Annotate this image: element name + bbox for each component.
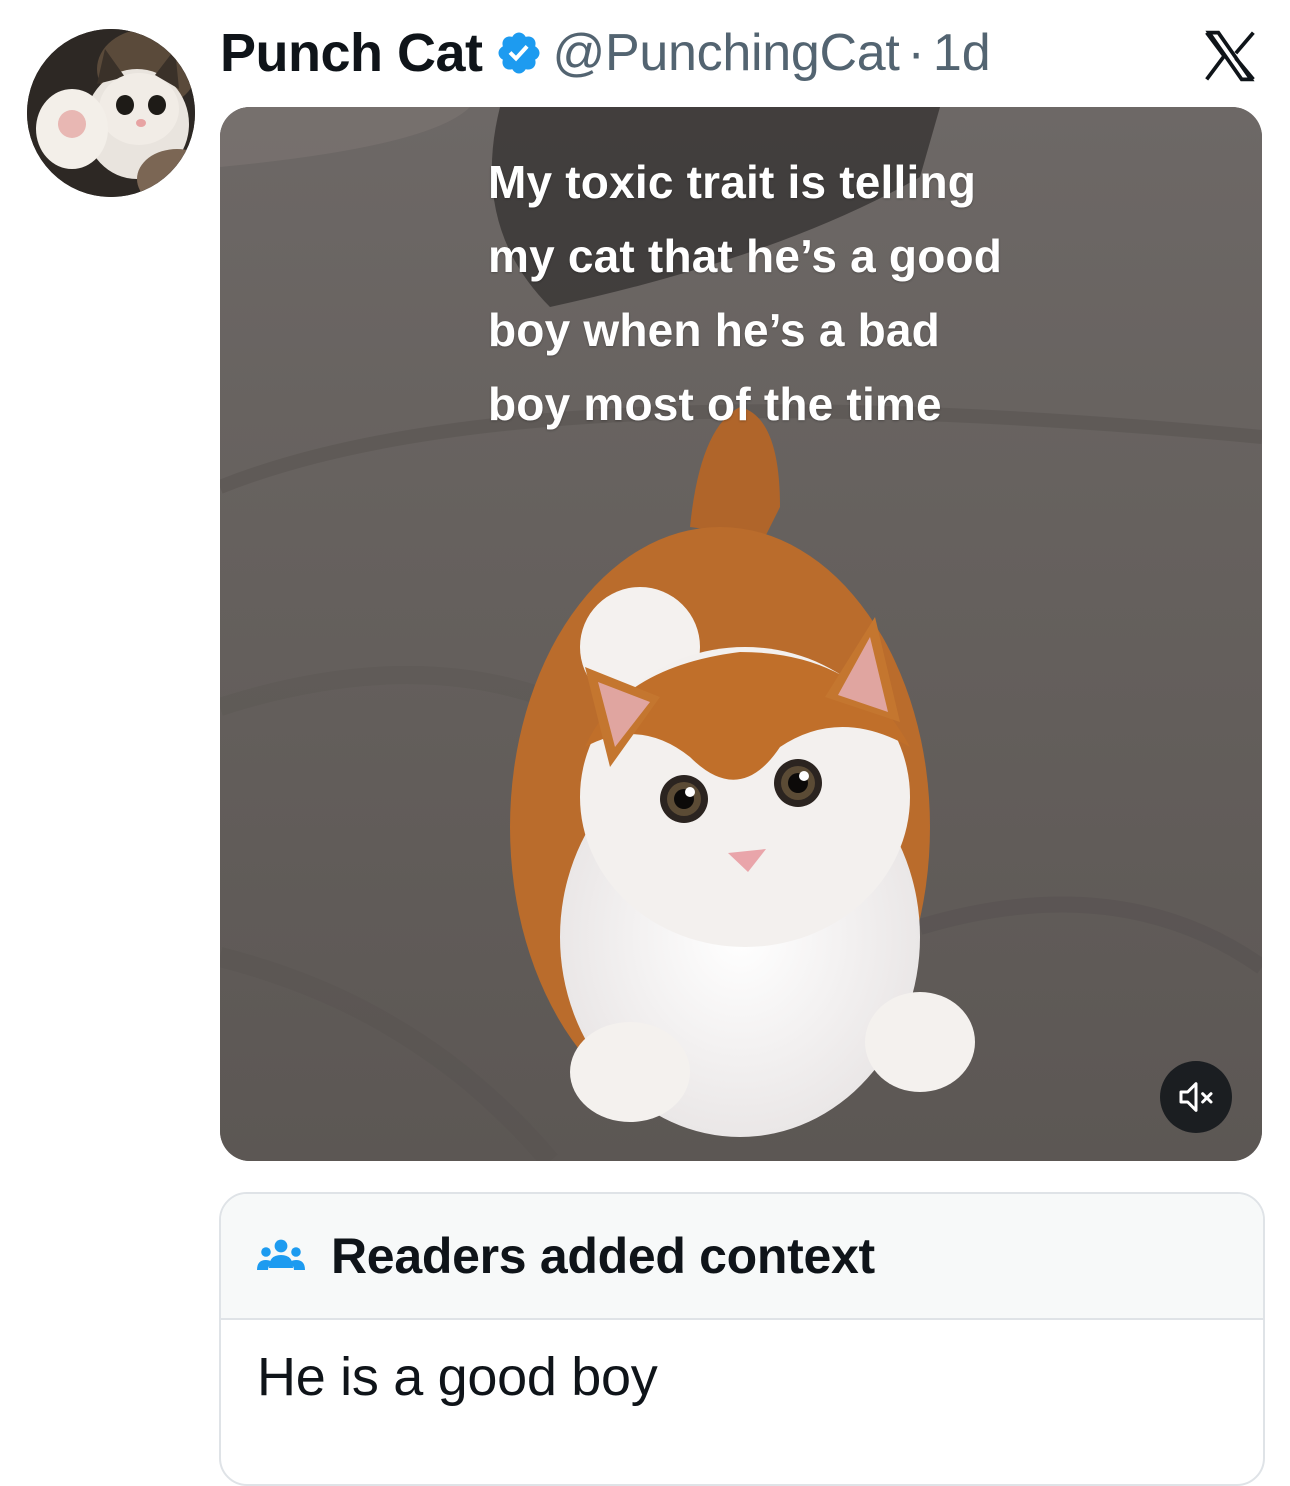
mute-button[interactable] [1160, 1061, 1232, 1133]
community-note-body: He is a good boy [257, 1347, 658, 1407]
community-note-title: Readers added context [331, 1228, 875, 1284]
kitten-avatar-image [27, 29, 195, 197]
user-handle[interactable]: @PunchingCat [553, 23, 900, 83]
community-note-header: Readers added context [221, 1194, 1263, 1320]
caption-line: boy most of the time [488, 378, 942, 430]
caption-line: my cat that he’s a good [488, 230, 1003, 282]
community-note[interactable]: Readers added context He is a good boy [219, 1192, 1265, 1486]
people-icon [257, 1239, 305, 1270]
timestamp[interactable]: 1d [933, 23, 991, 83]
video-caption: My toxic trait is telling my cat that he… [488, 145, 1188, 441]
avatar[interactable] [27, 29, 195, 197]
verified-badge-icon[interactable] [495, 29, 543, 77]
caption-line: My toxic trait is telling [488, 156, 977, 208]
display-name[interactable]: Punch Cat [220, 22, 483, 84]
separator-dot: · [907, 24, 925, 82]
speaker-muted-icon [1179, 1082, 1213, 1112]
tweet-video[interactable]: My toxic trait is telling my cat that he… [220, 107, 1262, 1161]
tweet-header: Punch Cat @PunchingCat · 1d [220, 18, 991, 88]
x-logo-icon[interactable] [1202, 30, 1258, 82]
caption-line: boy when he’s a bad [488, 304, 940, 356]
